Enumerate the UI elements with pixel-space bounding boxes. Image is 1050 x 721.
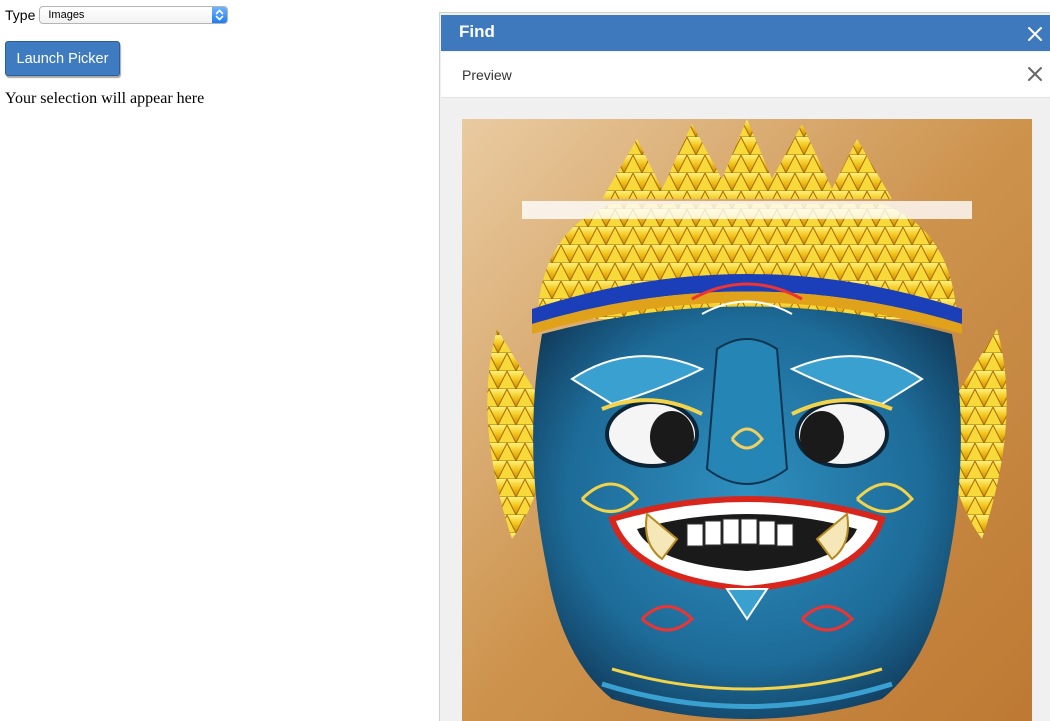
picker-header: Find — [441, 15, 1050, 51]
preview-image — [462, 119, 1032, 721]
preview-bar: Preview — [441, 52, 1050, 98]
type-select[interactable]: Images — [39, 6, 229, 24]
selection-output: Your selection will appear here — [5, 90, 205, 107]
preview-label: Preview — [462, 67, 512, 83]
type-select-value: Images — [48, 9, 85, 21]
mask-image — [462, 119, 1032, 721]
type-row: Type Images — [5, 5, 229, 25]
picker-title: Find — [459, 22, 495, 41]
type-label: Type — [5, 7, 36, 23]
up-down-chevron-icon — [212, 7, 228, 23]
launch-picker-button[interactable]: Launch Picker — [5, 41, 120, 76]
close-icon[interactable] — [1026, 25, 1044, 43]
picker-panel: Find Preview — [439, 12, 1050, 721]
preview-close-icon[interactable] — [1027, 66, 1043, 82]
